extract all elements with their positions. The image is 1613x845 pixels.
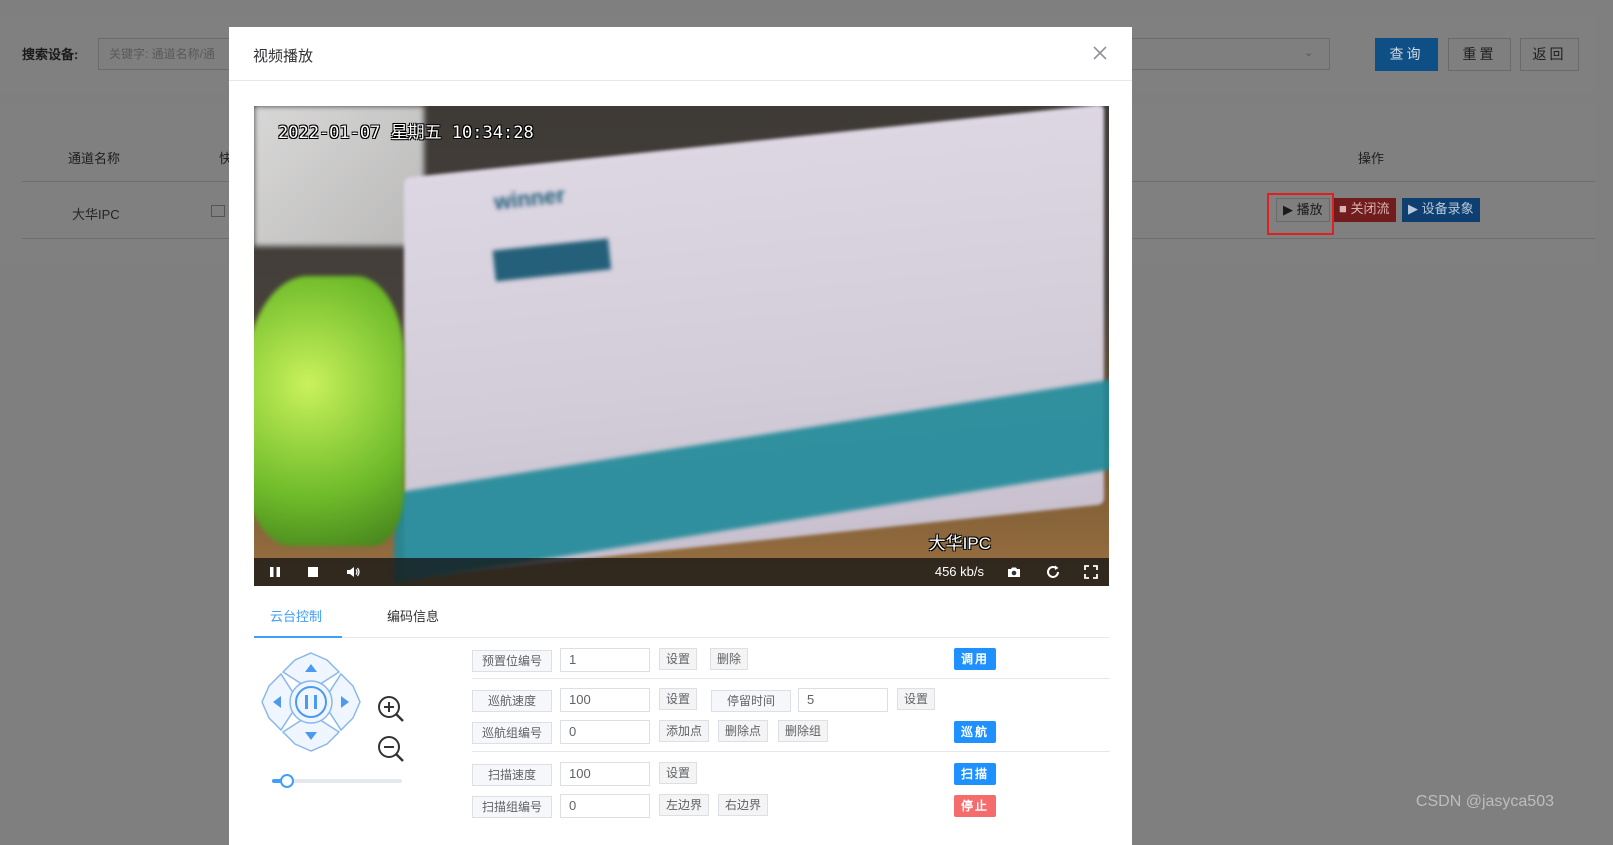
scan-group-label: 扫描组编号 (472, 796, 552, 818)
scan-start-button[interactable]: 扫描 (954, 763, 996, 785)
speed-slider-handle[interactable] (280, 774, 294, 788)
cruise-group-input[interactable]: 0 (560, 720, 650, 744)
cruise-speed-input[interactable]: 100 (560, 688, 650, 712)
dialog-title: 视频播放 (253, 48, 314, 65)
back-button[interactable]: 返回 (1520, 38, 1579, 71)
preset-label: 预置位编号 (472, 650, 552, 672)
osd-timestamp: 2022-01-07 星期五 10:34:28 (278, 123, 534, 143)
zoom-out-icon[interactable] (376, 734, 406, 764)
reset-button[interactable]: 重置 (1448, 38, 1511, 71)
tab-ptz-control[interactable]: 云台控制 (270, 606, 322, 625)
cruise-group-label: 巡航组编号 (472, 722, 552, 744)
video-camera-icon: ▶ (1408, 201, 1418, 216)
ptz-direction-pad[interactable] (259, 650, 363, 754)
close-icon[interactable] (1088, 41, 1112, 65)
scan-group-input[interactable]: 0 (560, 794, 650, 818)
refresh-icon[interactable] (1045, 564, 1061, 580)
close-stream-label: 关闭流 (1350, 201, 1390, 216)
divider (472, 678, 1110, 679)
fullscreen-icon[interactable] (1083, 564, 1099, 580)
camera-snapshot-icon[interactable] (1006, 564, 1022, 580)
query-button[interactable]: 查询 (1375, 38, 1438, 71)
left-boundary-button[interactable]: 左边界 (659, 794, 710, 816)
col-header-name: 通道名称 (68, 151, 121, 166)
tab-encoding-info[interactable]: 编码信息 (387, 606, 439, 625)
video-player[interactable]: winner ▇▇▇▇▇ 2022-01-07 星期五 10:34:28 大华I… (254, 106, 1109, 586)
scan-speed-input[interactable]: 100 (560, 762, 650, 786)
cruise-speed-label: 巡航速度 (472, 690, 552, 712)
close-stream-button[interactable]: ■ 关闭流 (1333, 198, 1396, 222)
chevron-down-icon[interactable]: ⌄ (1304, 46, 1313, 59)
scan-speed-set-button[interactable]: 设置 (659, 762, 698, 784)
delete-point-button[interactable]: 删除点 (718, 720, 769, 742)
device-record-label: 设备录象 (1421, 201, 1474, 216)
col-header-op: 操作 (1358, 151, 1385, 166)
watermark: CSDN @jasyca503 (1415, 793, 1554, 810)
search-label: 搜索设备: (22, 47, 79, 62)
preset-delete-button[interactable]: 删除 (710, 648, 749, 670)
stop-icon: ■ (1339, 201, 1347, 216)
scan-speed-label: 扫描速度 (472, 764, 552, 786)
cruise-start-button[interactable]: 巡航 (954, 721, 996, 743)
stop-icon[interactable] (305, 564, 321, 580)
preset-input[interactable]: 1 (560, 648, 650, 672)
cruise-speed-set-button[interactable]: 设置 (659, 688, 698, 710)
stay-time-set-button[interactable]: 设置 (897, 688, 936, 710)
zoom-in-icon[interactable] (376, 694, 406, 724)
scan-stop-button[interactable]: 停止 (954, 795, 996, 817)
preset-call-button[interactable]: 调用 (954, 648, 996, 670)
snapshot-image-icon (211, 205, 225, 217)
add-point-button[interactable]: 添加点 (659, 720, 710, 742)
player-controls: 456 kb/s (254, 558, 1109, 586)
active-tab-indicator (254, 636, 342, 638)
video-scene (254, 276, 404, 546)
highlight-box (1267, 193, 1334, 235)
tab-bar: 云台控制 编码信息 (254, 594, 1109, 638)
device-record-button[interactable]: ▶ 设备录象 (1402, 198, 1480, 222)
delete-group-button[interactable]: 删除组 (778, 720, 829, 742)
divider (472, 751, 1110, 752)
stay-time-label: 停留时间 (711, 690, 791, 712)
osd-channel-name: 大华IPC (928, 534, 991, 553)
volume-icon[interactable] (345, 564, 361, 580)
pause-icon (305, 695, 308, 709)
right-boundary-button[interactable]: 右边界 (718, 794, 769, 816)
bitrate-readout: 456 kb/s (934, 564, 984, 579)
row-channel-name: 大华IPC (72, 207, 120, 222)
dialog-header: 视频播放 (229, 27, 1132, 81)
pause-icon[interactable] (267, 564, 283, 580)
stay-time-input[interactable]: 5 (798, 688, 888, 712)
preset-set-button[interactable]: 设置 (659, 648, 698, 670)
